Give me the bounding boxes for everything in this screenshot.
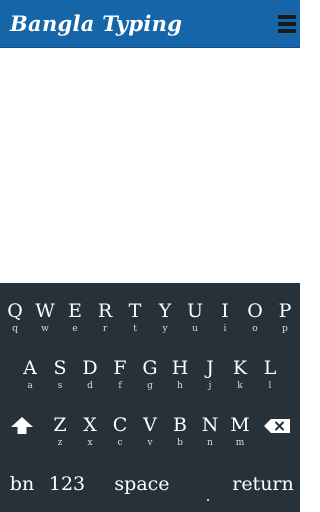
key-p-sublabel: p [282, 324, 288, 334]
key-j-label: J [206, 357, 214, 379]
key-p[interactable]: P p [270, 283, 300, 340]
key-c-sublabel: c [117, 438, 123, 448]
key-b[interactable]: B b [165, 397, 195, 454]
key-e-sublabel: e [72, 324, 78, 334]
key-g-label: G [142, 357, 158, 379]
key-f-label: F [113, 357, 127, 379]
key-w[interactable]: W w [30, 283, 60, 340]
key-o[interactable]: O o [240, 283, 270, 340]
key-x[interactable]: X x [75, 397, 105, 454]
key-t[interactable]: T t [120, 283, 150, 340]
key-s-sublabel: s [57, 381, 63, 391]
language-key[interactable]: bn [0, 473, 44, 495]
text-input-area[interactable] [0, 48, 300, 283]
key-s-label: S [53, 357, 67, 379]
return-key[interactable]: return [228, 473, 298, 495]
key-m-sublabel: m [235, 438, 245, 448]
key-k[interactable]: K k [225, 340, 255, 397]
key-u-sublabel: u [192, 324, 198, 334]
key-q-label: Q [7, 300, 23, 322]
key-m[interactable]: M m [225, 397, 255, 454]
key-h-sublabel: h [177, 381, 183, 391]
key-u-label: U [186, 300, 203, 322]
key-t-sublabel: t [133, 324, 137, 334]
key-v-label: V [143, 414, 157, 436]
key-h[interactable]: H h [165, 340, 195, 397]
key-i[interactable]: I i [210, 283, 240, 340]
key-a-label: A [23, 357, 37, 379]
menu-bar [278, 29, 296, 33]
backspace-icon [264, 419, 290, 433]
app-title: Bangla Typing [10, 11, 183, 36]
key-u[interactable]: U u [180, 283, 210, 340]
key-y-label: Y [158, 300, 172, 322]
menu-bar [278, 15, 296, 19]
period-key[interactable]: . [196, 485, 220, 507]
key-l-label: L [263, 357, 277, 379]
key-a-sublabel: a [27, 381, 33, 391]
key-y-sublabel: y [162, 324, 168, 334]
key-g[interactable]: G g [135, 340, 165, 397]
key-c[interactable]: C c [105, 397, 135, 454]
key-z-label: Z [53, 414, 67, 436]
key-w-label: W [35, 300, 55, 322]
key-k-label: K [232, 357, 248, 379]
key-o-label: O [247, 300, 263, 322]
key-a[interactable]: A a [15, 340, 45, 397]
key-r-sublabel: r [102, 324, 108, 334]
key-f-sublabel: f [118, 381, 122, 391]
key-t-label: T [128, 300, 142, 322]
key-k-sublabel: k [237, 381, 243, 391]
space-key[interactable]: space [94, 473, 190, 495]
key-b-label: B [173, 414, 187, 436]
key-d[interactable]: D d [75, 340, 105, 397]
key-o-sublabel: o [252, 324, 258, 334]
key-l-sublabel: l [268, 381, 272, 391]
key-n-label: N [201, 414, 219, 436]
key-d-sublabel: d [87, 381, 93, 391]
key-n[interactable]: N n [195, 397, 225, 454]
key-j[interactable]: J j [195, 340, 225, 397]
on-screen-keyboard: Q q W w E e R r T t Y y U u I i O o P p … [0, 283, 300, 512]
key-q[interactable]: Q q [0, 283, 30, 340]
key-v-sublabel: v [147, 438, 153, 448]
key-x-sublabel: x [87, 438, 93, 448]
key-r[interactable]: R r [90, 283, 120, 340]
key-d-label: D [82, 357, 98, 379]
key-n-sublabel: n [207, 438, 213, 448]
key-x-label: X [83, 414, 97, 436]
key-m-label: M [230, 414, 250, 436]
hamburger-menu-icon[interactable] [278, 15, 296, 33]
key-l[interactable]: L l [255, 340, 285, 397]
key-e-label: E [68, 300, 82, 322]
key-r-label: R [97, 300, 113, 322]
key-w-sublabel: w [41, 324, 49, 334]
key-g-sublabel: g [147, 381, 153, 391]
key-z[interactable]: Z z [45, 397, 75, 454]
key-i-label: I [221, 300, 229, 322]
key-e[interactable]: E e [60, 283, 90, 340]
key-i-sublabel: i [223, 324, 227, 334]
key-v[interactable]: V v [135, 397, 165, 454]
key-b-sublabel: b [177, 438, 183, 448]
key-y[interactable]: Y y [150, 283, 180, 340]
key-c-label: C [112, 414, 128, 436]
key-z-sublabel: z [57, 438, 63, 448]
backspace-key[interactable] [255, 397, 300, 454]
key-s[interactable]: S s [45, 340, 75, 397]
app-header: Bangla Typing [0, 0, 300, 48]
shift-key[interactable] [0, 397, 45, 454]
key-j-sublabel: j [208, 381, 212, 391]
menu-bar [278, 22, 296, 26]
numbers-key[interactable]: 123 [44, 473, 90, 495]
key-p-label: P [278, 300, 292, 322]
key-q-sublabel: q [12, 324, 18, 334]
key-h-label: H [171, 357, 189, 379]
shift-arrow-icon [11, 417, 33, 434]
key-f[interactable]: F f [105, 340, 135, 397]
